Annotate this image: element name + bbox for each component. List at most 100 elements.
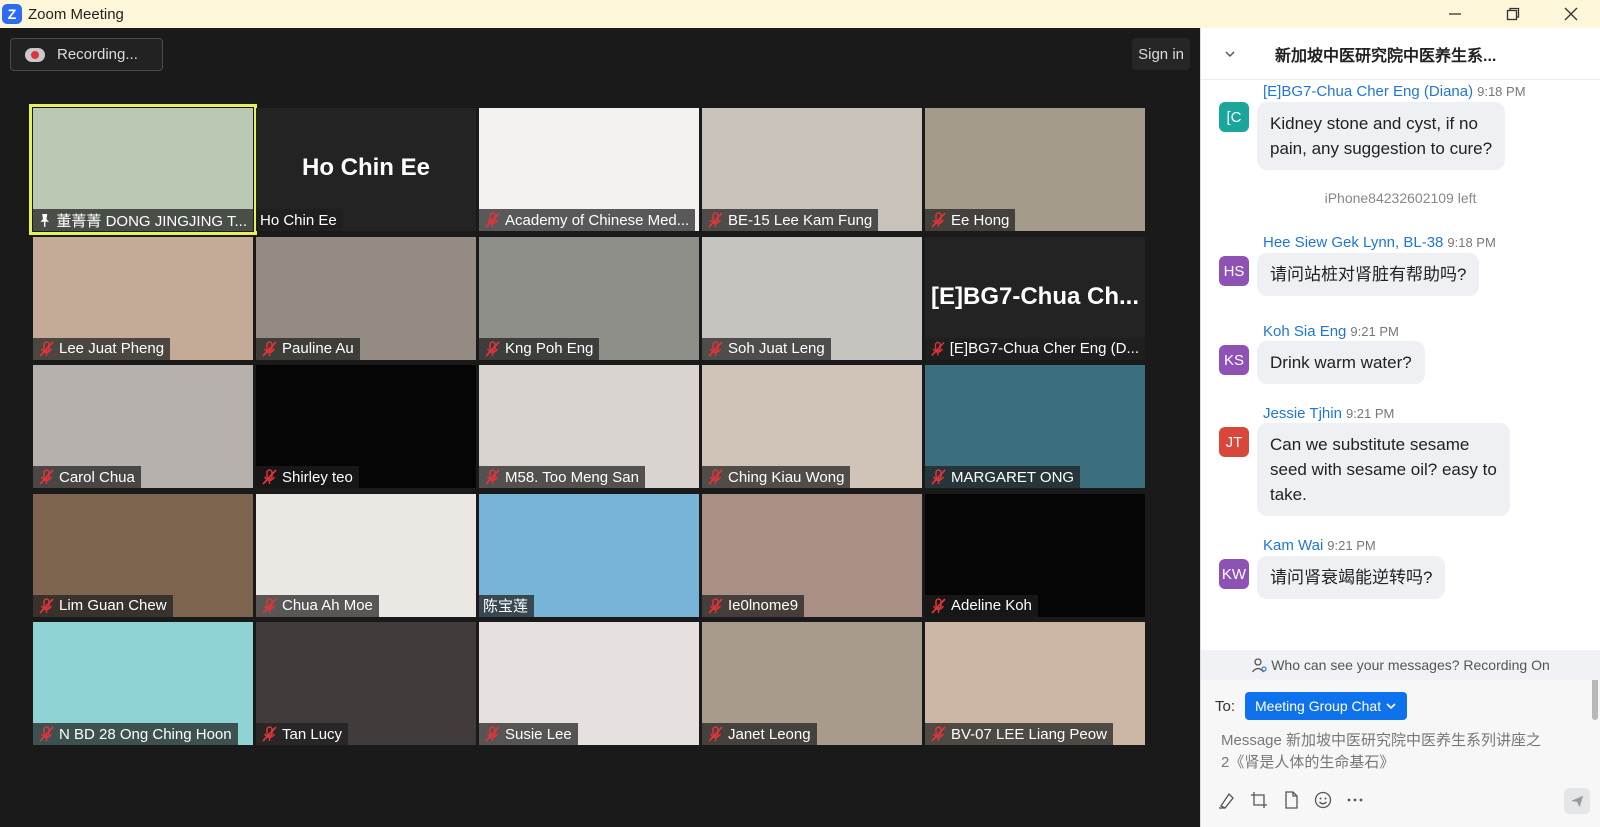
participant-tile[interactable]: Susie Lee xyxy=(479,622,699,745)
to-label: To: xyxy=(1215,697,1236,715)
chat-panel: 新加坡中医研究院中医养生系... [C [E]BG7-Chua Cher Eng… xyxy=(1200,28,1600,827)
compose-placeholder: Message 新加坡中医研究院中医养生系列讲座之 xyxy=(1221,732,1542,749)
participant-tile[interactable]: Ho Chin Ee Ho Chin Ee xyxy=(256,108,476,231)
participant-tile[interactable]: Kng Poh Eng xyxy=(479,236,699,360)
mic-muted-icon xyxy=(485,726,500,742)
zoom-logo-icon: Z xyxy=(2,4,22,24)
mic-muted-icon xyxy=(708,469,723,485)
participant-tile[interactable]: BV-07 LEE Liang Peow xyxy=(925,622,1145,745)
participant-tile[interactable]: N BD 28 Ong Ching Hoon xyxy=(33,622,253,745)
participant-name-tag: 陈宝莲 xyxy=(479,594,535,617)
restore-button[interactable] xyxy=(1484,0,1542,28)
mic-muted-icon xyxy=(39,340,54,357)
participant-tile[interactable]: [E]BG7-Chua Ch... [E]BG7-Chua Cher Eng (D… xyxy=(925,236,1145,360)
recording-indicator[interactable]: Recording... xyxy=(10,38,163,71)
participant-name: Susie Lee xyxy=(505,725,572,743)
window-controls xyxy=(1426,0,1600,28)
participant-name: Tan Lucy xyxy=(282,725,343,743)
participant-tile[interactable]: Soh Juat Leng xyxy=(702,236,922,360)
message-time: 9:21 PM xyxy=(1327,538,1376,553)
participant-display-name: Ho Chin Ee xyxy=(301,154,430,181)
mic-muted-icon xyxy=(931,469,946,485)
participant-name-tag: BE-15 Lee Kam Fung xyxy=(702,209,879,231)
participant-tile[interactable]: 董菁菁 DONG JINGJING T... xyxy=(29,104,257,235)
participant-name-tag: 董菁菁 DONG JINGJING T... xyxy=(33,209,253,231)
participant-tile[interactable]: MARGARET ONG xyxy=(925,365,1145,488)
participant-name: 陈宝莲 xyxy=(483,598,529,615)
participant-tile[interactable]: Lee Juat Pheng xyxy=(33,236,253,360)
participant-tile[interactable]: Janet Leong xyxy=(702,622,922,745)
participant-tile[interactable]: Lim Guan Chew xyxy=(33,493,253,617)
participant-tile[interactable]: Shirley teo xyxy=(256,365,476,488)
recipient-value: Meeting Group Chat xyxy=(1255,698,1382,714)
more-icon[interactable] xyxy=(1345,790,1365,810)
minimize-icon xyxy=(1449,13,1461,15)
participant-tile[interactable]: Adeline Koh xyxy=(925,493,1145,617)
chevron-down-icon[interactable] xyxy=(1223,47,1237,61)
participant-name: Lim Guan Chew xyxy=(59,597,167,614)
mic-muted-icon xyxy=(39,726,54,742)
participant-name-tag: Academy of Chinese Med... xyxy=(479,209,696,231)
participant-tile[interactable]: Ie0lnome9 xyxy=(702,493,922,617)
participant-name-tag: Tan Lucy xyxy=(256,723,349,745)
participant-tile[interactable]: Tan Lucy xyxy=(256,622,476,745)
recording-label: Recording... xyxy=(57,46,138,63)
message-text: 请问肾衰竭能逆转吗? xyxy=(1270,568,1433,587)
participant-tile[interactable]: Academy of Chinese Med... xyxy=(479,108,699,231)
participant-name-tag: Susie Lee xyxy=(479,723,578,745)
visibility-notice[interactable]: Who can see your messages? Recording On xyxy=(1201,650,1600,680)
format-text-icon[interactable] xyxy=(1217,790,1237,810)
participant-name: Chua Ah Moe xyxy=(282,597,373,614)
participant-name: Pauline Au xyxy=(282,340,354,357)
minimize-button[interactable] xyxy=(1426,0,1484,28)
participant-tile[interactable]: Pauline Au xyxy=(256,236,476,360)
participant-tile[interactable]: Ee Hong xyxy=(925,108,1145,231)
participant-name-tag: MARGARET ONG xyxy=(925,466,1081,488)
mic-muted-icon xyxy=(708,340,723,357)
message-input[interactable]: Message 新加坡中医研究院中医养生系列讲座之 2《肾是人体的生命基石》 xyxy=(1221,730,1581,774)
participant-tile[interactable]: BE-15 Lee Kam Fung xyxy=(702,108,922,231)
screenshot-icon[interactable] xyxy=(1249,790,1269,810)
close-button[interactable] xyxy=(1542,0,1600,28)
participant-tile[interactable]: Carol Chua xyxy=(33,365,253,488)
sender-name: Kam Wai xyxy=(1263,537,1324,554)
participant-name: Carol Chua xyxy=(59,468,135,486)
compose-placeholder: 2《肾是人体的生命基石》 xyxy=(1221,754,1395,771)
mic-muted-icon xyxy=(485,212,500,228)
chat-header: 新加坡中医研究院中医养生系... xyxy=(1201,28,1600,80)
participant-tile[interactable]: M58. Too Meng San xyxy=(479,365,699,488)
sign-in-button[interactable]: Sign in xyxy=(1132,38,1190,70)
participant-name-tag: Soh Juat Leng xyxy=(702,337,831,360)
participant-tile[interactable]: Chua Ah Moe xyxy=(256,493,476,617)
participant-name-tag: Kng Poh Eng xyxy=(479,337,600,360)
participant-name: 董菁菁 DONG JINGJING T... xyxy=(56,212,247,230)
mic-muted-icon xyxy=(262,340,277,357)
close-icon xyxy=(1564,7,1578,21)
mic-muted-icon xyxy=(39,469,54,485)
title-bar: Z Zoom Meeting xyxy=(0,0,1600,28)
message-text: pain, any suggestion to cure? xyxy=(1270,139,1493,158)
chevron-down-icon xyxy=(1386,703,1396,710)
avatar: JT xyxy=(1219,427,1249,457)
window-title: Zoom Meeting xyxy=(28,5,124,23)
send-icon xyxy=(1570,795,1584,808)
participant-tile[interactable]: 陈宝莲 xyxy=(479,493,699,617)
restore-icon xyxy=(1506,7,1520,21)
participant-name: BE-15 Lee Kam Fung xyxy=(728,211,873,229)
message-text: Can we substitute sesame xyxy=(1270,435,1470,454)
sender-name: Hee Siew Gek Lynn, BL-38 xyxy=(1263,234,1444,251)
participant-name-tag: BV-07 LEE Liang Peow xyxy=(925,723,1113,745)
file-icon[interactable] xyxy=(1281,790,1301,810)
participant-name: Soh Juat Leng xyxy=(728,340,825,357)
mic-muted-icon xyxy=(931,597,946,614)
send-button[interactable] xyxy=(1564,788,1590,814)
mic-muted-icon xyxy=(262,597,277,614)
message-sender: [E]BG7-Chua Cher Eng (Diana) 9:18 PM xyxy=(1263,83,1526,100)
mic-muted-icon xyxy=(931,726,946,742)
participant-tile[interactable]: Ching Kiau Wong xyxy=(702,365,922,488)
message-text: seed with sesame oil? easy to xyxy=(1270,460,1497,479)
recipient-select[interactable]: Meeting Group Chat xyxy=(1245,692,1408,720)
emoji-icon[interactable] xyxy=(1313,790,1333,810)
message-bubble: Can we substitute sesame seed with sesame… xyxy=(1257,423,1510,516)
participant-name: BV-07 LEE Liang Peow xyxy=(951,725,1107,743)
